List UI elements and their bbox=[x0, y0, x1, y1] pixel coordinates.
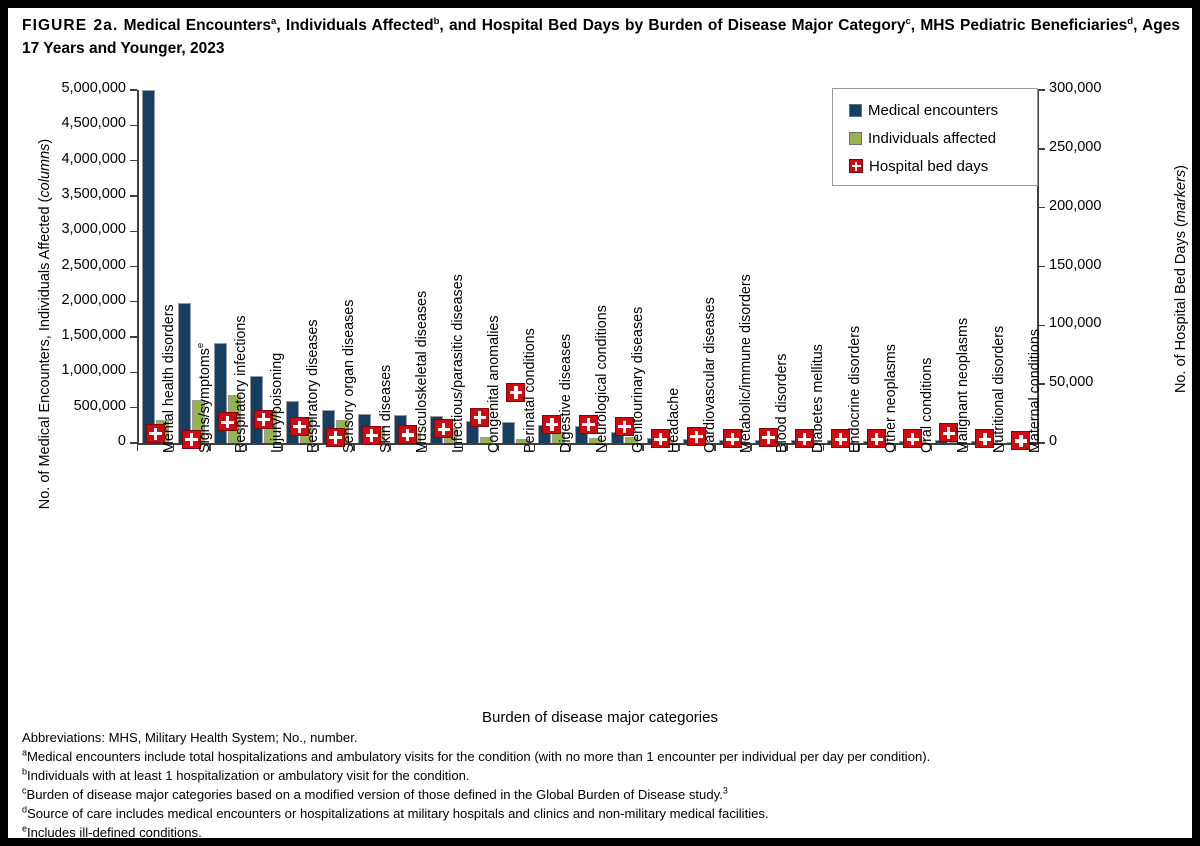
category-label-superscript: e bbox=[195, 342, 207, 349]
y-axis-left-tick-label: 3,500,000 bbox=[61, 185, 126, 202]
y-axis-left-tick bbox=[130, 159, 137, 162]
y-axis-left-tick bbox=[130, 124, 137, 126]
y-axis-left-tick-label: 4,500,000 bbox=[61, 115, 126, 132]
footnotes: Abbreviations: MHS, Military Health Syst… bbox=[22, 730, 1182, 844]
y-axis-right-tick bbox=[1038, 89, 1045, 91]
footnote-e: eIncludes ill-defined conditions. bbox=[22, 823, 202, 840]
x-axis-category-label: Injury/poisoning bbox=[269, 352, 286, 453]
bar-medical-encounters bbox=[141, 90, 155, 443]
y-axis-right-tick-label: 150,000 bbox=[1049, 256, 1102, 273]
legend-label: Individuals affected bbox=[868, 129, 997, 147]
y-axis-right-tick bbox=[1038, 324, 1045, 327]
y-axis-left-tick-label: 3,000,000 bbox=[61, 221, 126, 238]
footnote-abbreviations: Abbreviations: MHS, Military Health Syst… bbox=[22, 730, 358, 745]
chart-area: No. of Medical Encounters, Individuals A… bbox=[8, 66, 1192, 726]
bar-medical-encounters bbox=[177, 302, 191, 443]
figure-frame: FIGURE 2a. Medical Encountersa, Individu… bbox=[8, 8, 1192, 840]
y-axis-left-tick bbox=[130, 89, 137, 91]
figure-title-part4: , MHS Pediatric Beneficiaries bbox=[910, 17, 1128, 34]
figure-title-part2: , Individuals Affected bbox=[276, 17, 434, 34]
y-axis-left-tick bbox=[130, 336, 137, 338]
legend: Medical encounters Individuals affected Ho… bbox=[832, 88, 1038, 186]
x-axis-category-label: Nutritional disorders bbox=[990, 325, 1007, 453]
x-axis-category-label: Perinatal conditions bbox=[521, 328, 538, 453]
figure-title: FIGURE 2a. Medical Encountersa, Individu… bbox=[22, 14, 1180, 60]
y-axis-left-tick-label: 0 bbox=[117, 433, 126, 449]
x-axis-category-label: Respiratory infections bbox=[233, 315, 250, 453]
footnote-a: aMedical encounters include total hospit… bbox=[22, 747, 931, 764]
x-axis-category-label: Blood disorders bbox=[774, 353, 791, 453]
y-axis-right-tick-label: 200,000 bbox=[1049, 197, 1102, 214]
legend-swatch bbox=[849, 131, 862, 145]
y-axis-right-tick bbox=[1038, 206, 1045, 209]
figure-number: FIGURE 2a. bbox=[22, 17, 119, 34]
y-axis-right-tick-label: 300,000 bbox=[1049, 80, 1102, 96]
legend-label: Medical encounters bbox=[868, 101, 999, 119]
x-axis-category-label: Infectious/parasitic diseases bbox=[449, 274, 466, 453]
y-axis-left-tick bbox=[130, 230, 137, 232]
footnote-c: cBurden of disease major categories base… bbox=[22, 785, 728, 802]
y-axis-left-tick-label: 1,500,000 bbox=[61, 327, 126, 344]
legend-item[interactable]: Individuals affected bbox=[849, 124, 1037, 152]
y-axis-right-tick-label: 250,000 bbox=[1049, 138, 1102, 155]
x-axis-category-label: Mental health disorders bbox=[161, 304, 178, 453]
x-axis-category-label: Neurological conditions bbox=[594, 305, 610, 453]
x-axis-category-label: Congenital anomalies bbox=[485, 315, 502, 454]
legend-item[interactable]: Hospital bed days bbox=[849, 152, 1037, 180]
x-axis-category-label: Headache bbox=[666, 387, 683, 453]
x-axis-category-label: Other neoplasms bbox=[882, 344, 899, 453]
x-axis-category-label: Maternal conditions bbox=[1026, 329, 1043, 453]
y-axis-left-tick-label: 2,000,000 bbox=[61, 291, 126, 308]
x-axis-category-label: Genitourinary diseases bbox=[630, 306, 647, 453]
legend-item[interactable]: Medical encounters bbox=[849, 96, 1037, 124]
y-axis-left-tick-label: 4,000,000 bbox=[61, 150, 126, 167]
x-axis-category-label: Malignant neoplasms bbox=[954, 317, 971, 453]
y-axis-left-tick bbox=[130, 195, 137, 197]
figure-title-part1: Medical Encounters bbox=[123, 17, 272, 34]
x-axis-title: Burden of disease major categories bbox=[482, 709, 718, 726]
footnote-b: bIndividuals with at least 1 hospitaliza… bbox=[22, 766, 470, 783]
y-axis-left-tick bbox=[130, 442, 137, 444]
x-axis-category-label: Respiratory diseases bbox=[305, 319, 322, 454]
y-axis-right-tick bbox=[1038, 148, 1045, 150]
legend-swatch bbox=[849, 103, 862, 117]
y-axis-right-tick-label: 50,000 bbox=[1049, 374, 1094, 391]
x-axis-category-label: Digestive diseases bbox=[557, 333, 574, 453]
x-axis-category-label: Signs/symptomse bbox=[195, 342, 214, 453]
x-axis-tick bbox=[137, 443, 139, 451]
y-axis-left-tick bbox=[130, 407, 137, 409]
y-axis-right-tick-label: 100,000 bbox=[1049, 315, 1102, 332]
legend-marker-icon bbox=[849, 159, 863, 173]
x-axis-category-label: Metabolic/immune disorders bbox=[738, 274, 755, 453]
y-axis-left-tick bbox=[130, 371, 137, 374]
y-axis-right-title: No. of Hospital Bed Days (markers) bbox=[1173, 164, 1189, 394]
legend-label: Hospital bed days bbox=[869, 157, 989, 175]
x-axis-category-label: Diabetes mellitus bbox=[810, 344, 827, 453]
y-axis-left-tick bbox=[130, 301, 137, 303]
bar-medical-encounters bbox=[502, 421, 516, 443]
y-axis-left-tick bbox=[130, 265, 137, 268]
y-axis-left-tick-label: 1,000,000 bbox=[61, 362, 126, 379]
x-axis-category-label: Cardiovascular diseases bbox=[702, 297, 719, 453]
figure-title-part3: , and Hospital Bed Days by Burden of Dis… bbox=[439, 17, 906, 34]
y-axis-right-tick-label: 0 bbox=[1049, 433, 1058, 449]
x-axis-category-label: Endocrine disorders bbox=[846, 325, 863, 453]
y-axis-right-tick bbox=[1038, 265, 1045, 268]
y-axis-left-tick-label: 500,000 bbox=[73, 397, 126, 414]
x-axis-category-label: Musculoskeletal diseases bbox=[413, 290, 430, 453]
x-axis-category-label: Sensory organ diseases bbox=[341, 299, 358, 453]
x-axis-category-label: Oral conditions bbox=[918, 357, 935, 453]
y-axis-left-line bbox=[137, 90, 139, 443]
x-axis-category-label: Skin diseases bbox=[377, 364, 394, 453]
footnote-d: dSource of care includes medical encount… bbox=[22, 804, 769, 821]
y-axis-left-tick-label: 5,000,000 bbox=[61, 80, 126, 96]
y-axis-left-tick-label: 2,500,000 bbox=[61, 256, 126, 273]
